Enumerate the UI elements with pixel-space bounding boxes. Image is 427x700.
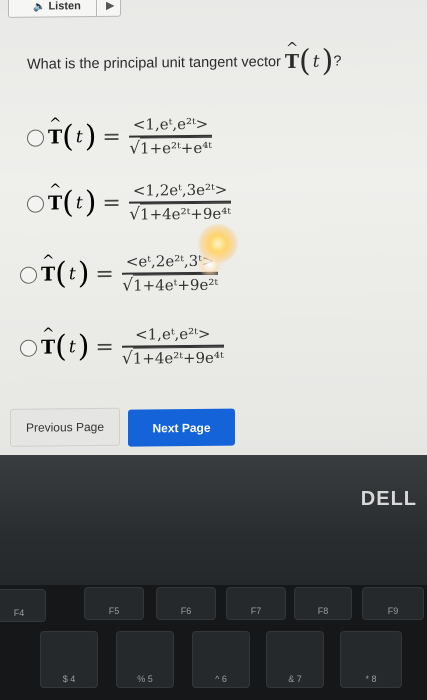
laptop-bezel	[0, 455, 427, 585]
key-f8: F8	[294, 587, 352, 620]
next-page-button[interactable]: Next Page	[128, 408, 235, 447]
denominator: √1+4eᵗ+9e²ᵗ	[122, 273, 219, 296]
speaker-icon: 🔈	[33, 1, 46, 13]
key-f6: F6	[156, 587, 216, 620]
denominator: √1+e²ᵗ+e⁴ᵗ	[129, 136, 212, 159]
key-7: & 7	[266, 631, 324, 688]
key-4: $ 4	[40, 631, 98, 688]
equals-sign: =	[95, 334, 114, 360]
paren-open: (	[299, 43, 311, 79]
key-f5: F5	[84, 587, 144, 620]
unit-tangent-symbol: ^ T	[284, 38, 300, 74]
equals-sign: =	[95, 261, 114, 287]
question-text: What is the principal unit tangent vecto…	[27, 38, 342, 79]
radio-button[interactable]	[27, 129, 44, 147]
unit-tangent-symbol: ^ T	[41, 251, 56, 286]
numerator: <1,2eᵗ,3e²ᵗ>	[132, 180, 228, 200]
numerator: <1,eᵗ,e²ᵗ>	[135, 324, 211, 344]
unit-tangent-symbol: ^ T	[41, 324, 56, 359]
answer-option-3[interactable]: ^ T (t) = <eᵗ,2e²ᵗ,3ᵗ> √1+4eᵗ+9e²ᵗ	[20, 251, 219, 297]
listen-toolbar[interactable]: 🔈 Listen ▶	[8, 0, 121, 18]
key-6: ^ 6	[192, 631, 250, 688]
radio-button[interactable]	[20, 339, 37, 357]
listen-label[interactable]: Listen	[48, 0, 80, 12]
unit-tangent-symbol: ^ T	[48, 180, 63, 215]
keyboard: F4 F5 F6 F7 F8 F9 $ 4 % 5 ^ 6 & 7 * 8	[0, 585, 427, 700]
screen: 🔈 Listen ▶ What is the principal unit ta…	[0, 0, 427, 463]
answer-option-4[interactable]: ^ T (t) = <1,eᵗ,e²ᵗ> √1+4e²ᵗ+9e⁴ᵗ	[20, 325, 224, 370]
play-icon[interactable]: ▶	[106, 0, 114, 12]
toolbar-divider	[96, 0, 97, 16]
answer-option-1[interactable]: ^ T (t) = <1,eᵗ,e²ᵗ> √1+e²ᵗ+e⁴ᵗ	[27, 114, 213, 159]
fraction: <1,eᵗ,e²ᵗ> √1+e²ᵗ+e⁴ᵗ	[128, 114, 213, 159]
light-glare	[198, 252, 222, 277]
key-f4: F4	[0, 589, 46, 622]
fraction: <1,eᵗ,e²ᵗ> √1+4e²ᵗ+9e⁴ᵗ	[121, 324, 224, 369]
fraction: <1,2eᵗ,3e²ᵗ> √1+4e²ᵗ+9e⁴ᵗ	[128, 180, 232, 225]
unit-tangent-symbol: ^ T	[48, 114, 63, 149]
previous-page-button[interactable]: Previous Page	[10, 407, 120, 447]
formula-arg: t	[312, 51, 320, 72]
question-formula: ^ T ( t ) ?	[284, 38, 342, 79]
paren-close: )	[321, 43, 334, 79]
brand-logo: DELL	[360, 488, 417, 510]
answer-option-2[interactable]: ^ T (t) = <1,2eᵗ,3e²ᵗ> √1+4e²ᵗ+9e⁴ᵗ	[27, 180, 232, 226]
question-mark: ?	[333, 53, 342, 70]
denominator: √1+4e²ᵗ+9e⁴ᵗ	[129, 202, 231, 225]
question-prompt: What is the principal unit tangent vecto…	[27, 54, 281, 73]
equals-sign: =	[102, 124, 121, 150]
key-8: * 8	[340, 631, 402, 688]
denominator: √1+4e²ᵗ+9e⁴ᵗ	[121, 346, 224, 369]
key-5: % 5	[116, 631, 174, 688]
radio-button[interactable]	[27, 195, 44, 213]
numerator: <1,eᵗ,e²ᵗ>	[132, 114, 209, 134]
key-f7: F7	[226, 587, 286, 620]
key-f9: F9	[362, 587, 424, 620]
equals-sign: =	[102, 190, 121, 216]
radio-button[interactable]	[20, 266, 37, 284]
